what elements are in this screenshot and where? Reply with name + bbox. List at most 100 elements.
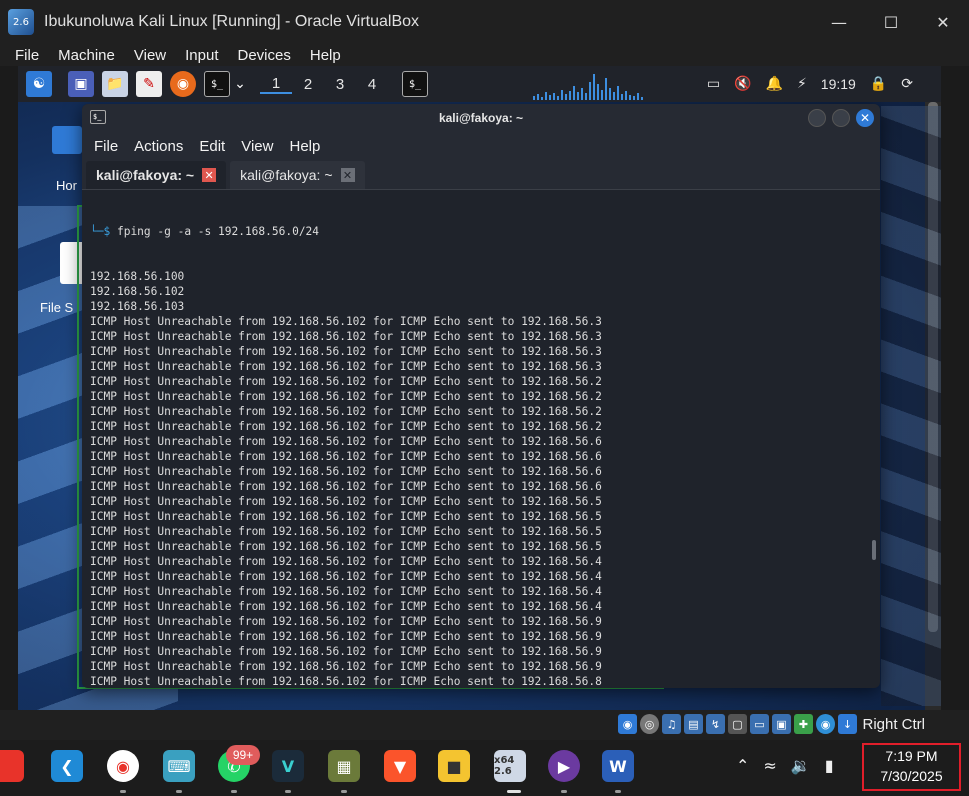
menu-devices[interactable]: Devices (238, 47, 291, 64)
terminal-tab-bar: kali@fakoya: ~ ✕ kali@fakoya: ~ ✕ (82, 160, 880, 190)
display-icon[interactable]: ▭ (707, 76, 720, 92)
tab-label: kali@fakoya: ~ (96, 167, 195, 183)
output-line: ICMP Host Unreachable from 192.168.56.10… (90, 570, 602, 583)
window-title: Ibukunoluwa Kali Linux [Running] - Oracl… (44, 13, 420, 30)
terminal-menu-help[interactable]: Help (289, 138, 320, 155)
kali-menu-icon[interactable]: ☯ (26, 71, 52, 97)
terminal-taskbar-icon[interactable]: $_ (402, 71, 428, 97)
file-manager-icon[interactable]: 📁 (102, 71, 128, 97)
chevron-down-icon[interactable]: ⌄ (232, 71, 248, 97)
mouse-integration-icon[interactable]: ◉ (816, 714, 835, 734)
shared-folders-icon[interactable]: ▢ (728, 714, 747, 734)
text-editor-icon[interactable]: ✎ (136, 71, 162, 97)
output-line: ICMP Host Unreachable from 192.168.56.10… (90, 525, 602, 538)
terminal-tab-1[interactable]: kali@fakoya: ~ ✕ (86, 161, 227, 189)
volume-icon[interactable]: 🔉 (791, 756, 811, 775)
guest-display[interactable]: ☯ ▣ 📁 ✎ ◉ $_ ⌄ 1 2 3 4 $_ ▭ 🔇 🔔 ⚡ 19:19 … (18, 66, 941, 710)
prompt-prefix: └─$ (90, 225, 111, 238)
workspace-4[interactable]: 4 (356, 76, 388, 93)
hard-disk-icon[interactable]: ◉ (618, 714, 637, 734)
output-line: 192.168.56.103 (90, 300, 185, 313)
terminal-output[interactable]: └─$ fping -g -a -s 192.168.56.0/24 192.1… (82, 190, 880, 688)
menu-machine[interactable]: Machine (58, 47, 115, 64)
close-tab-icon[interactable]: ✕ (340, 168, 355, 182)
menu-view[interactable]: View (134, 47, 166, 64)
terminal-title: kali@fakoya: ~ (438, 111, 524, 125)
lock-icon[interactable]: 🔒 (870, 76, 887, 92)
close-button[interactable]: ✕ (917, 0, 969, 44)
chevron-up-icon[interactable]: ⌃ (736, 756, 749, 775)
output-line: ICMP Host Unreachable from 192.168.56.10… (90, 315, 602, 328)
output-line: 192.168.56.100 (90, 270, 185, 283)
terminal-menu-actions[interactable]: Actions (134, 138, 183, 155)
mute-icon[interactable]: 🔇 (734, 76, 751, 92)
terminal-window[interactable]: $_ kali@fakoya: ~ ✕ File Actions Edit Vi… (82, 104, 880, 688)
keyboard-capture-icon[interactable]: ↓ (838, 714, 857, 734)
usb-icon[interactable]: ↯ (706, 714, 725, 734)
whatsapp-running-dot (231, 790, 237, 793)
sticky-notes-icon[interactable]: ■ (438, 750, 470, 782)
output-line: ICMP Host Unreachable from 192.168.56.10… (90, 480, 602, 493)
logout-icon[interactable]: ⟳ (901, 76, 913, 92)
terminal-maximize-button[interactable] (832, 109, 850, 127)
show-desktop-icon[interactable]: ▣ (68, 71, 94, 97)
optical-drive-icon[interactable]: ◎ (640, 714, 659, 734)
terminal-menu-view[interactable]: View (241, 138, 273, 155)
audio-icon[interactable]: ♫ (662, 714, 681, 734)
output-line: ICMP Host Unreachable from 192.168.56.10… (90, 420, 602, 433)
close-tab-icon[interactable]: ✕ (202, 168, 217, 182)
windows-taskbar: ❮ ◉ ⌨ ✆ 99+ V ▦ ▼ ■ x64 2.6 ▶ W ⌃ ≈ 🔉 ▮ (0, 740, 969, 796)
power-battery-icon[interactable]: ⚡ (797, 76, 807, 92)
file-system-label: File S (40, 300, 74, 315)
home-folder-icon[interactable] (52, 126, 82, 154)
terminal-scrollbar[interactable] (872, 540, 876, 560)
maximize-button[interactable]: ☐ (865, 0, 917, 44)
menu-file[interactable]: File (15, 47, 39, 64)
command-line: └─$ fping -g -a -s 192.168.56.0/24 (90, 224, 880, 239)
partial-app-icon[interactable] (0, 750, 24, 782)
firefox-icon[interactable]: ◉ (170, 71, 196, 97)
chrome-icon[interactable]: ◉ (107, 750, 139, 782)
media-player-icon[interactable]: ▶ (548, 750, 580, 782)
virtualbox-titlebar: 2.6 Ibukunoluwa Kali Linux [Running] - O… (0, 0, 969, 44)
virtualbox-taskbar-icon[interactable]: x64 2.6 (494, 750, 526, 782)
output-line: ICMP Host Unreachable from 192.168.56.10… (90, 585, 602, 598)
system-clock[interactable]: 7:19 PM 7/30/2025 (862, 746, 961, 786)
keyboard-app-running-dot (176, 790, 182, 793)
word-icon[interactable]: W (602, 750, 634, 782)
workspace-1[interactable]: 1 (260, 75, 292, 94)
terminal-close-button[interactable]: ✕ (856, 109, 874, 127)
menu-help[interactable]: Help (310, 47, 341, 64)
brave-icon[interactable]: ▼ (384, 750, 416, 782)
menu-input[interactable]: Input (185, 47, 218, 64)
guest-scrollbar[interactable] (925, 66, 941, 710)
minimize-button[interactable]: — (813, 0, 865, 44)
cpu-activity-icon[interactable]: ✚ (794, 714, 813, 734)
workspace-2[interactable]: 2 (292, 76, 324, 93)
vs-app-icon[interactable]: V (272, 750, 304, 782)
terminal-tool-icon[interactable]: ▦ (328, 750, 360, 782)
vscode-icon[interactable]: ❮ (51, 750, 83, 782)
notification-bell-icon[interactable]: 🔔 (766, 76, 783, 92)
workspace-3[interactable]: 3 (324, 76, 356, 93)
terminal-tab-2[interactable]: kali@fakoya: ~ ✕ (230, 161, 365, 189)
terminal-minimize-button[interactable] (808, 109, 826, 127)
terminal-window-icon: $_ (90, 110, 106, 124)
output-line: ICMP Host Unreachable from 192.168.56.10… (90, 465, 602, 478)
chrome-running-dot (120, 790, 126, 793)
recording-icon[interactable]: ▣ (772, 714, 791, 734)
terminal-launcher-icon[interactable]: $_ (204, 71, 230, 97)
keyboard-app-icon[interactable]: ⌨ (163, 750, 195, 782)
display-settings-icon[interactable]: ▭ (750, 714, 769, 734)
panel-clock[interactable]: 19:19 (821, 76, 856, 92)
battery-icon[interactable]: ▮ (825, 756, 834, 775)
output-line: ICMP Host Unreachable from 192.168.56.10… (90, 630, 602, 643)
terminal-menu-file[interactable]: File (94, 138, 118, 155)
wifi-icon[interactable]: ≈ (763, 756, 776, 775)
guest-scrollbar-thumb[interactable] (928, 102, 938, 632)
terminal-tool-running-dot (341, 790, 347, 793)
output-line: ICMP Host Unreachable from 192.168.56.10… (90, 375, 602, 388)
network-icon[interactable]: ▤ (684, 714, 703, 734)
terminal-titlebar[interactable]: $_ kali@fakoya: ~ ✕ (82, 104, 880, 132)
terminal-menu-edit[interactable]: Edit (199, 138, 225, 155)
